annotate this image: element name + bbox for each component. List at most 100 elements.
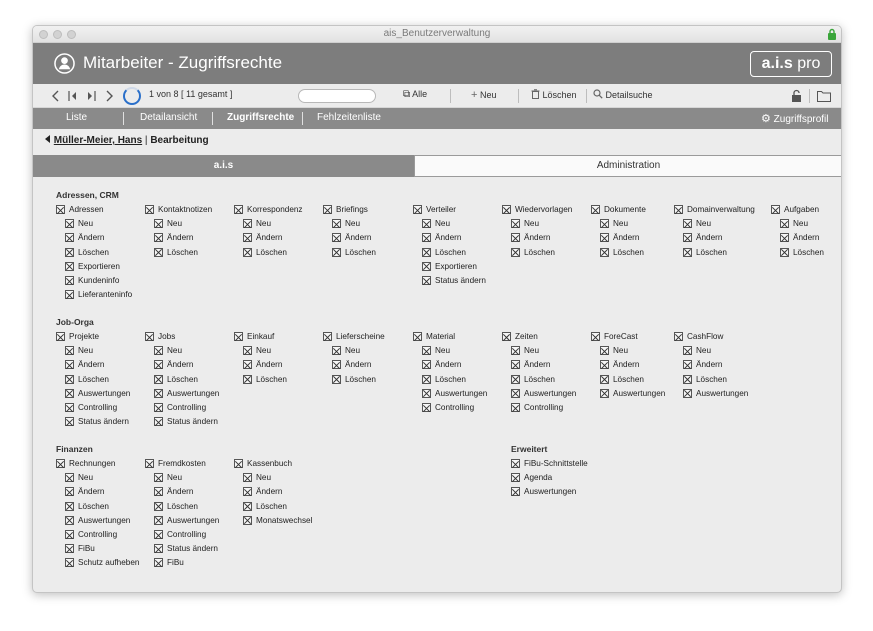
checkbox-checked-icon[interactable] — [154, 417, 163, 427]
checkbox-checked-icon[interactable] — [683, 219, 692, 229]
checkbox-checked-icon[interactable] — [243, 219, 252, 229]
checkbox-checked-icon[interactable] — [600, 233, 609, 243]
tab-liste[interactable]: Liste — [66, 112, 87, 123]
checkbox-checked-icon[interactable] — [243, 374, 252, 384]
checkbox-checked-icon[interactable] — [502, 205, 511, 214]
checkbox-checked-icon[interactable] — [511, 360, 520, 370]
checkbox-checked-icon[interactable] — [511, 247, 520, 257]
checkbox-checked-icon[interactable] — [65, 374, 74, 384]
checkbox-checked-icon[interactable] — [332, 219, 341, 229]
checkbox-checked-icon[interactable] — [154, 558, 163, 568]
first-record-icon[interactable] — [50, 89, 62, 103]
checkbox-checked-icon[interactable] — [243, 233, 252, 243]
search-input[interactable] — [298, 89, 376, 103]
checkbox-checked-icon[interactable] — [600, 374, 609, 384]
checkbox-checked-icon[interactable] — [683, 360, 692, 370]
checkbox-checked-icon[interactable] — [65, 530, 74, 539]
checkbox-checked-icon[interactable] — [422, 374, 431, 384]
checkbox-checked-icon[interactable] — [511, 233, 520, 243]
checkbox-checked-icon[interactable] — [511, 346, 520, 356]
checkbox-checked-icon[interactable] — [780, 219, 789, 229]
checkbox-checked-icon[interactable] — [413, 332, 422, 341]
access-profile-button[interactable]: ⚙ Zugriffsprofil — [761, 112, 829, 125]
checkbox-checked-icon[interactable] — [154, 501, 163, 511]
checkbox-checked-icon[interactable] — [65, 417, 74, 427]
checkbox-checked-icon[interactable] — [511, 388, 520, 398]
next-record-icon[interactable] — [85, 89, 97, 103]
tab-detailansicht[interactable]: Detailansicht — [140, 112, 197, 123]
checkbox-checked-icon[interactable] — [65, 261, 74, 271]
checkbox-checked-icon[interactable] — [511, 473, 520, 483]
checkbox-checked-icon[interactable] — [591, 205, 600, 214]
checkbox-checked-icon[interactable] — [422, 219, 431, 229]
checkbox-checked-icon[interactable] — [243, 487, 252, 497]
breadcrumb-link[interactable]: Müller-Meier, Hans — [54, 135, 142, 146]
checkbox-checked-icon[interactable] — [65, 360, 74, 370]
checkbox-checked-icon[interactable] — [65, 544, 74, 554]
lock-record-icon[interactable] — [791, 89, 802, 103]
checkbox-checked-icon[interactable] — [65, 346, 74, 356]
checkbox-checked-icon[interactable] — [154, 473, 163, 483]
checkbox-checked-icon[interactable] — [511, 403, 520, 412]
checkbox-checked-icon[interactable] — [683, 247, 692, 257]
checkbox-checked-icon[interactable] — [683, 233, 692, 243]
checkbox-checked-icon[interactable] — [332, 360, 341, 370]
checkbox-checked-icon[interactable] — [591, 332, 600, 341]
checkbox-checked-icon[interactable] — [145, 459, 154, 468]
checkbox-checked-icon[interactable] — [422, 388, 431, 398]
checkbox-checked-icon[interactable] — [56, 459, 65, 468]
checkbox-checked-icon[interactable] — [154, 247, 163, 257]
checkbox-checked-icon[interactable] — [65, 501, 74, 511]
checkbox-checked-icon[interactable] — [154, 530, 163, 539]
tab-fehlzeitenliste[interactable]: Fehlzeitenliste — [317, 112, 381, 123]
checkbox-checked-icon[interactable] — [243, 346, 252, 356]
folder-icon[interactable] — [817, 90, 831, 102]
checkbox-checked-icon[interactable] — [154, 487, 163, 497]
checkbox-checked-icon[interactable] — [323, 332, 332, 341]
checkbox-checked-icon[interactable] — [65, 558, 74, 568]
checkbox-checked-icon[interactable] — [65, 473, 74, 483]
checkbox-checked-icon[interactable] — [422, 403, 431, 412]
checkbox-checked-icon[interactable] — [65, 515, 74, 525]
checkbox-checked-icon[interactable] — [65, 403, 74, 412]
detail-search-button[interactable]: Detailsuche — [593, 89, 653, 100]
checkbox-checked-icon[interactable] — [674, 205, 683, 214]
last-record-icon[interactable] — [103, 89, 115, 103]
checkbox-checked-icon[interactable] — [683, 374, 692, 384]
checkbox-checked-icon[interactable] — [413, 205, 422, 214]
checkbox-checked-icon[interactable] — [154, 233, 163, 243]
checkbox-checked-icon[interactable] — [511, 374, 520, 384]
checkbox-checked-icon[interactable] — [243, 247, 252, 257]
checkbox-checked-icon[interactable] — [674, 332, 683, 341]
checkbox-checked-icon[interactable] — [145, 332, 154, 341]
checkbox-checked-icon[interactable] — [243, 515, 252, 525]
checkbox-checked-icon[interactable] — [154, 374, 163, 384]
checkbox-checked-icon[interactable] — [243, 360, 252, 370]
back-arrow-icon[interactable] — [45, 135, 51, 143]
checkbox-checked-icon[interactable] — [683, 388, 692, 398]
checkbox-checked-icon[interactable] — [780, 233, 789, 243]
tab-zugriffsrechte[interactable]: Zugriffsrechte — [227, 112, 294, 123]
checkbox-checked-icon[interactable] — [422, 261, 431, 271]
checkbox-checked-icon[interactable] — [600, 360, 609, 370]
checkbox-checked-icon[interactable] — [600, 247, 609, 257]
checkbox-checked-icon[interactable] — [771, 205, 780, 214]
checkbox-checked-icon[interactable] — [234, 332, 243, 341]
checkbox-checked-icon[interactable] — [511, 459, 520, 468]
previous-record-icon[interactable] — [67, 89, 79, 103]
checkbox-checked-icon[interactable] — [154, 515, 163, 525]
checkbox-checked-icon[interactable] — [243, 473, 252, 483]
checkbox-checked-icon[interactable] — [683, 346, 692, 356]
checkbox-checked-icon[interactable] — [154, 403, 163, 412]
checkbox-checked-icon[interactable] — [422, 233, 431, 243]
checkbox-checked-icon[interactable] — [65, 233, 74, 243]
checkbox-checked-icon[interactable] — [234, 459, 243, 468]
checkbox-checked-icon[interactable] — [600, 388, 609, 398]
checkbox-checked-icon[interactable] — [600, 219, 609, 229]
checkbox-checked-icon[interactable] — [502, 332, 511, 341]
checkbox-checked-icon[interactable] — [511, 219, 520, 229]
checkbox-checked-icon[interactable] — [422, 247, 431, 257]
checkbox-checked-icon[interactable] — [332, 233, 341, 243]
checkbox-checked-icon[interactable] — [56, 205, 65, 214]
checkbox-checked-icon[interactable] — [422, 346, 431, 356]
